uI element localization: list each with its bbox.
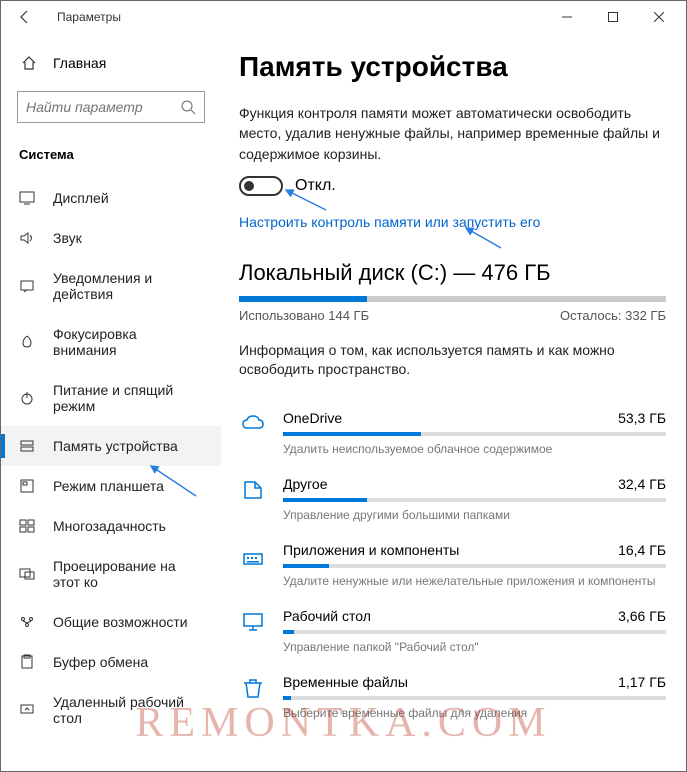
power-icon	[19, 390, 35, 406]
home-nav[interactable]: Главная	[1, 45, 221, 81]
storage-sense-toggle-row: Откл.	[239, 176, 666, 196]
category-bar	[283, 696, 666, 700]
sidebar-item-label: Общие возможности	[53, 614, 188, 630]
sidebar-item-focus[interactable]: Фокусировка внимания	[1, 314, 221, 370]
disk-stats: Использовано 144 ГБ Осталось: 332 ГБ	[239, 308, 666, 323]
storage-sense-toggle[interactable]	[239, 176, 283, 196]
window-title: Параметры	[57, 10, 544, 24]
sidebar-item-label: Звук	[53, 230, 82, 246]
sidebar-item-display[interactable]: Дисплей	[1, 178, 221, 218]
sidebar-item-notifications[interactable]: Уведомления и действия	[1, 258, 221, 314]
sidebar-item-label: Удаленный рабочий стол	[53, 694, 203, 726]
sidebar-item-label: Уведомления и действия	[53, 270, 203, 302]
sidebar-item-storage[interactable]: Память устройства	[1, 426, 221, 466]
titlebar: Параметры	[1, 1, 686, 33]
sidebar-item-label: Проецирование на этот ко	[53, 558, 203, 590]
sidebar-list: Дисплей Звук Уведомления и действия Фоку…	[1, 178, 221, 738]
sidebar-item-label: Дисплей	[53, 190, 109, 206]
close-button[interactable]	[636, 1, 682, 33]
category-name: OneDrive	[283, 410, 342, 426]
category-bar	[283, 630, 666, 634]
category-desc: Удалить неиспользуемое облачное содержим…	[283, 442, 666, 456]
configure-link[interactable]: Настроить контроль памяти или запустить …	[239, 214, 540, 230]
page-heading: Память устройства	[239, 51, 666, 83]
shared-icon	[19, 614, 35, 630]
category-name: Приложения и компоненты	[283, 542, 459, 558]
back-button[interactable]	[5, 1, 45, 33]
category-icon	[239, 608, 267, 636]
display-icon	[19, 190, 35, 206]
maximize-button[interactable]	[590, 1, 636, 33]
storage-category[interactable]: Приложения и компоненты 16,4 ГБ Удалите не…	[239, 532, 666, 598]
category-size: 16,4 ГБ	[618, 542, 666, 558]
category-size: 3,66 ГБ	[618, 608, 666, 624]
sidebar-item-projection[interactable]: Проецирование на этот ко	[1, 546, 221, 602]
search-box[interactable]	[17, 91, 205, 123]
main-panel: Память устройства Функция контроля памят…	[221, 33, 686, 771]
sidebar-item-tablet[interactable]: Режим планшета	[1, 466, 221, 506]
sidebar-item-label: Многозадачность	[53, 518, 166, 534]
disk-used: Использовано 144 ГБ	[239, 308, 369, 323]
category-bar	[283, 564, 666, 568]
sidebar-item-label: Питание и спящий режим	[53, 382, 203, 414]
sidebar-item-label: Фокусировка внимания	[53, 326, 203, 358]
disk-usage-bar	[239, 296, 666, 302]
disk-info: Информация о том, как используется памят…	[239, 341, 666, 380]
category-name: Другое	[283, 476, 327, 492]
sidebar-item-clipboard[interactable]: Буфер обмена	[1, 642, 221, 682]
category-desc: Управление другими большими папками	[283, 508, 666, 522]
section-header: Система	[1, 139, 221, 178]
toggle-label: Откл.	[295, 177, 336, 195]
projection-icon	[19, 566, 35, 582]
clipboard-icon	[19, 654, 35, 670]
storage-category[interactable]: Временные файлы 1,17 ГБ Выберите временные…	[239, 664, 666, 730]
sidebar-item-remote[interactable]: Удаленный рабочий стол	[1, 682, 221, 738]
storage-icon	[19, 438, 35, 454]
storage-category[interactable]: Другое 32,4 ГБ Управление другими большими…	[239, 466, 666, 532]
disk-title: Локальный диск (C:) — 476 ГБ	[239, 260, 666, 286]
multitask-icon	[19, 518, 35, 534]
storage-category[interactable]: OneDrive 53,3 ГБ Удалить неиспользуемое об…	[239, 400, 666, 466]
sidebar-item-sound[interactable]: Звук	[1, 218, 221, 258]
category-size: 1,17 ГБ	[618, 674, 666, 690]
category-desc: Удалите ненужные или нежелательные прило…	[283, 574, 666, 588]
remote-icon	[19, 702, 35, 718]
sidebar: Главная Система Дисплей Звук Уведомления…	[1, 33, 221, 771]
category-bar	[283, 498, 666, 502]
category-icon	[239, 410, 267, 438]
focus-icon	[19, 334, 35, 350]
sidebar-item-label: Режим планшета	[53, 478, 164, 494]
category-name: Временные файлы	[283, 674, 408, 690]
sidebar-item-multitask[interactable]: Многозадачность	[1, 506, 221, 546]
sound-icon	[19, 230, 35, 246]
category-size: 32,4 ГБ	[618, 476, 666, 492]
category-icon	[239, 674, 267, 702]
search-icon	[180, 99, 196, 115]
tablet-icon	[19, 478, 35, 494]
minimize-button[interactable]	[544, 1, 590, 33]
storage-sense-description: Функция контроля памяти может автоматиче…	[239, 103, 666, 164]
category-desc: Управление папкой "Рабочий стол"	[283, 640, 666, 654]
sidebar-item-label: Память устройства	[53, 438, 178, 454]
window-controls	[544, 1, 682, 33]
category-icon	[239, 542, 267, 570]
home-icon	[21, 55, 37, 71]
notifications-icon	[19, 278, 35, 294]
storage-category[interactable]: Рабочий стол 3,66 ГБ Управление папкой "Ра…	[239, 598, 666, 664]
search-input[interactable]	[26, 99, 166, 115]
category-bar	[283, 432, 666, 436]
home-label: Главная	[53, 55, 106, 71]
category-icon	[239, 476, 267, 504]
sidebar-item-power[interactable]: Питание и спящий режим	[1, 370, 221, 426]
category-size: 53,3 ГБ	[618, 410, 666, 426]
disk-free: Осталось: 332 ГБ	[560, 308, 666, 323]
category-name: Рабочий стол	[283, 608, 371, 624]
sidebar-item-shared[interactable]: Общие возможности	[1, 602, 221, 642]
sidebar-item-label: Буфер обмена	[53, 654, 148, 670]
category-desc: Выберите временные файлы для удаления	[283, 706, 666, 720]
